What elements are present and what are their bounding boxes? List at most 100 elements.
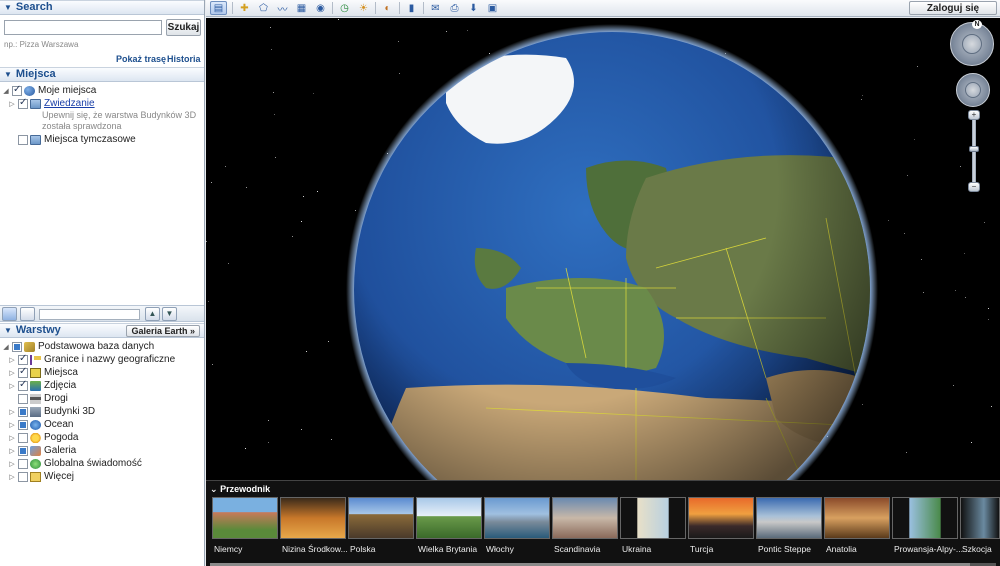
tour-thumbnail[interactable] (620, 497, 686, 539)
checkbox[interactable] (18, 353, 28, 365)
tour-thumbnail[interactable] (212, 497, 278, 539)
layer-gallery[interactable]: ▷ Galeria (8, 444, 76, 457)
tour-label: Ukraina (622, 544, 652, 554)
sunlight-icon[interactable]: ☀ (355, 1, 372, 15)
tree-item-sightseeing[interactable]: ▷ Zwiedzanie (8, 97, 95, 110)
tour-thumbnail[interactable] (416, 497, 482, 539)
look-center-icon[interactable] (962, 34, 982, 54)
tour-thumbnail[interactable] (280, 497, 346, 539)
login-button[interactable]: Zaloguj się (909, 1, 997, 15)
move-up-icon[interactable]: ▲ (145, 307, 160, 321)
layer-borders[interactable]: ▷ Granice i nazwy geograficzne (8, 353, 175, 366)
tour-thumbnail[interactable] (960, 497, 1000, 539)
expand-triangle-icon[interactable]: ▷ (8, 369, 16, 377)
tour-thumbnail[interactable] (688, 497, 754, 539)
email-icon[interactable]: ✉ (427, 1, 444, 15)
layer-photos[interactable]: ▷ Zdjęcia (8, 379, 76, 392)
layer-label: Miejsca (44, 367, 78, 378)
layer-weather[interactable]: ▷ Pogoda (8, 431, 78, 444)
earth-gallery-button[interactable]: Galeria Earth » (126, 325, 200, 337)
checkbox[interactable] (18, 419, 28, 430)
move-center-icon[interactable] (965, 82, 981, 98)
checkbox[interactable] (18, 445, 28, 456)
tour-label: Prowansja-Alpy-... (894, 544, 963, 554)
checkbox[interactable] (12, 341, 22, 352)
google-maps-icon[interactable]: ▣ (484, 1, 501, 15)
collapse-chevron-icon[interactable]: ⌄ (210, 484, 218, 494)
save-image-icon[interactable]: ⬇ (465, 1, 482, 15)
globe[interactable] (206, 18, 1000, 480)
expand-triangle-icon[interactable]: ▷ (8, 447, 16, 455)
earth-viewport[interactable] (206, 18, 1000, 480)
layer-places[interactable]: ▷ Miejsca (8, 366, 78, 379)
checkbox[interactable] (18, 97, 28, 109)
search-panel: ▼ Search Szukaj np.: Pizza Warszawa Poka… (0, 0, 204, 66)
expand-triangle-icon[interactable]: ◢ (2, 87, 10, 95)
layer-roads[interactable]: Drogi (8, 392, 68, 405)
checkbox[interactable] (18, 134, 28, 145)
flag-icon (30, 354, 41, 365)
search-input[interactable] (4, 20, 162, 35)
zoom-in-button[interactable]: + (968, 110, 980, 120)
expand-triangle-icon[interactable]: ▷ (8, 460, 16, 468)
sidebar-toggle-icon[interactable]: ▤ (210, 1, 227, 15)
record-tour-icon[interactable]: ◉ (312, 1, 329, 15)
tour-thumbnail[interactable] (756, 497, 822, 539)
checkbox[interactable] (18, 458, 28, 469)
add-overlay-icon[interactable]: ▦ (293, 1, 310, 15)
checkbox[interactable] (12, 84, 22, 96)
checkbox[interactable] (18, 379, 28, 391)
add-polygon-icon[interactable]: ⬠ (255, 1, 272, 15)
tour-thumbnail[interactable] (348, 497, 414, 539)
look-joystick[interactable] (950, 22, 994, 66)
checkbox[interactable] (18, 471, 28, 482)
north-indicator[interactable]: N (972, 20, 982, 29)
search-header[interactable]: ▼ Search (0, 0, 204, 15)
search-button[interactable]: Szukaj (166, 19, 201, 36)
checkbox[interactable] (18, 393, 28, 404)
checkbox[interactable] (18, 432, 28, 443)
layer-more[interactable]: ▷ Więcej (8, 470, 74, 483)
layers-header[interactable]: ▼ Warstwy Galeria Earth » (0, 323, 204, 338)
expand-triangle-icon[interactable]: ▷ (8, 408, 16, 416)
expand-triangle-icon[interactable]: ▷ (8, 473, 16, 481)
expand-triangle-icon[interactable]: ▷ (8, 356, 16, 364)
tree-item-primary-database[interactable]: ◢ Podstawowa baza danych (2, 340, 154, 353)
tour-thumbnail[interactable] (892, 497, 958, 539)
checkbox[interactable] (18, 406, 28, 417)
move-joystick[interactable] (956, 73, 990, 107)
tree-item-label: Podstawowa baza danych (38, 341, 155, 352)
sightseeing-link[interactable]: Zwiedzanie (44, 98, 95, 109)
move-down-icon[interactable]: ▼ (162, 307, 177, 321)
zoom-slider-handle[interactable] (969, 146, 979, 152)
history-link[interactable]: Historia (167, 54, 201, 64)
expand-triangle-icon[interactable]: ▷ (8, 434, 16, 442)
expand-triangle-icon[interactable]: ▷ (8, 382, 16, 390)
panel-toggle-icon[interactable] (20, 307, 35, 321)
tree-item-temporary-places[interactable]: Miejsca tymczasowe (8, 133, 136, 146)
show-route-link[interactable]: Pokaż trasę (116, 54, 166, 64)
tour-thumbnail[interactable] (824, 497, 890, 539)
opacity-slider[interactable] (39, 309, 140, 320)
expand-triangle-icon[interactable]: ▷ (8, 100, 16, 108)
checkbox[interactable] (18, 366, 28, 378)
expand-triangle-icon[interactable]: ▷ (8, 421, 16, 429)
layer-ocean[interactable]: ▷ Ocean (8, 418, 73, 431)
tour-guide-header[interactable]: ⌄ Przewodnik (210, 484, 270, 495)
layer-3d-buildings[interactable]: ▷ Budynki 3D (8, 405, 95, 418)
tour-thumbnail[interactable] (484, 497, 550, 539)
add-path-icon[interactable]: 〰 (274, 1, 291, 16)
search-places-icon[interactable] (2, 307, 17, 321)
tree-item-my-places[interactable]: ◢ Moje miejsca (2, 84, 96, 97)
tour-thumbnail[interactable] (552, 497, 618, 539)
print-icon[interactable]: ⎙ (446, 1, 463, 15)
planets-icon[interactable]: ◐ (379, 1, 396, 15)
tour-label: Pontic Steppe (758, 544, 811, 554)
zoom-out-button[interactable]: − (968, 182, 980, 192)
places-header[interactable]: ▼ Miejsca (0, 67, 204, 82)
historical-imagery-icon[interactable]: ◷ (336, 1, 353, 15)
layer-global-awareness[interactable]: ▷ Globalna świadomość (8, 457, 142, 470)
ruler-icon[interactable]: ▮ (403, 1, 420, 15)
add-placemark-icon[interactable]: ✚ (236, 1, 253, 15)
expand-triangle-icon[interactable]: ◢ (2, 343, 10, 351)
